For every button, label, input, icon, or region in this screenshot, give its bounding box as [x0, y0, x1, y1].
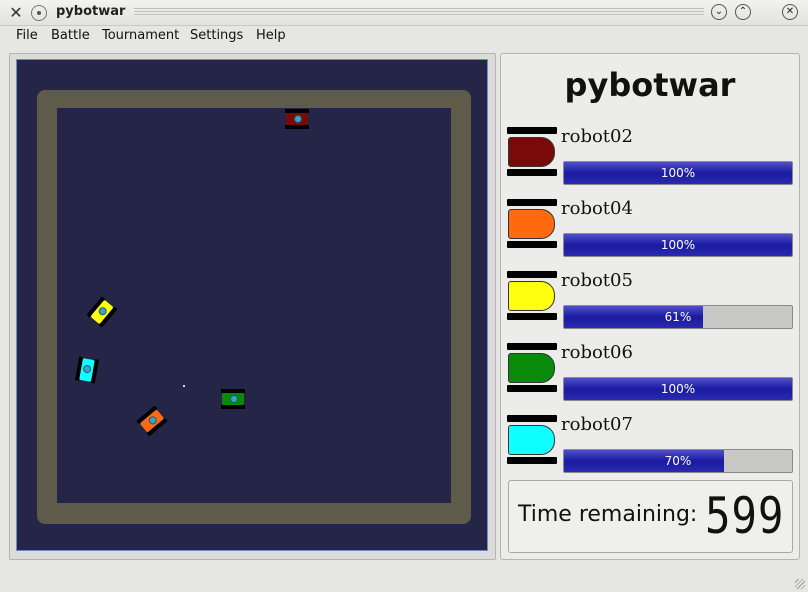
menu-bar: File Battle Tournament Settings Help [0, 26, 808, 47]
health-bar: 100% [563, 233, 793, 257]
status-bar [0, 562, 808, 592]
title-decoration [134, 8, 704, 17]
menu-settings[interactable]: Settings [190, 28, 243, 43]
menu-tournament[interactable]: Tournament [102, 28, 179, 43]
app-icon[interactable]: ✕ [7, 4, 25, 22]
timer-box: Time remaining: 599 [508, 480, 793, 553]
robot-status-row: robot04 100% [507, 198, 795, 268]
robot-status-row: robot07 70% [507, 414, 795, 484]
robot-status-row: robot06 100% [507, 342, 795, 412]
timer-lcd: 599 [705, 487, 785, 545]
status-panel: pybotwar robot02 100% robot04 100% robot… [500, 53, 800, 560]
menu-battle[interactable]: Battle [51, 28, 90, 43]
robot-name: robot04 [561, 198, 633, 219]
health-bar: 100% [563, 161, 793, 185]
robot-sprite [285, 109, 309, 129]
robot-name: robot05 [561, 270, 633, 291]
battle-arena[interactable] [16, 59, 488, 551]
robot-color-icon [508, 209, 555, 239]
title-bar: ✕ pybotwar ⌄ ⌃ ✕ [0, 0, 808, 26]
panel-title: pybotwar [564, 66, 736, 104]
robot-color-icon [508, 281, 555, 311]
robot-sprite [221, 389, 245, 409]
bullet [183, 385, 185, 387]
health-bar: 100% [563, 377, 793, 401]
menu-help[interactable]: Help [256, 28, 286, 43]
robot-color-icon [508, 425, 555, 455]
close-button[interactable]: ✕ [782, 4, 798, 20]
pin-icon[interactable] [31, 5, 47, 21]
robot-name: robot07 [561, 414, 633, 435]
arena-floor [57, 108, 451, 503]
robot-color-icon [508, 353, 555, 383]
minimize-button[interactable]: ⌄ [711, 4, 727, 20]
health-bar: 61% [563, 305, 793, 329]
timer-label: Time remaining: [518, 502, 698, 527]
robot-status-row: robot02 100% [507, 126, 795, 196]
menu-file[interactable]: File [16, 28, 38, 43]
maximize-button[interactable]: ⌃ [735, 4, 751, 20]
robot-sprite [75, 356, 99, 384]
health-bar: 70% [563, 449, 793, 473]
window-title: pybotwar [56, 4, 126, 19]
robot-name: robot02 [561, 126, 633, 147]
robot-name: robot06 [561, 342, 633, 363]
robot-color-icon [508, 137, 555, 167]
robot-status-row: robot05 61% [507, 270, 795, 340]
resize-grip-icon[interactable] [795, 579, 805, 589]
